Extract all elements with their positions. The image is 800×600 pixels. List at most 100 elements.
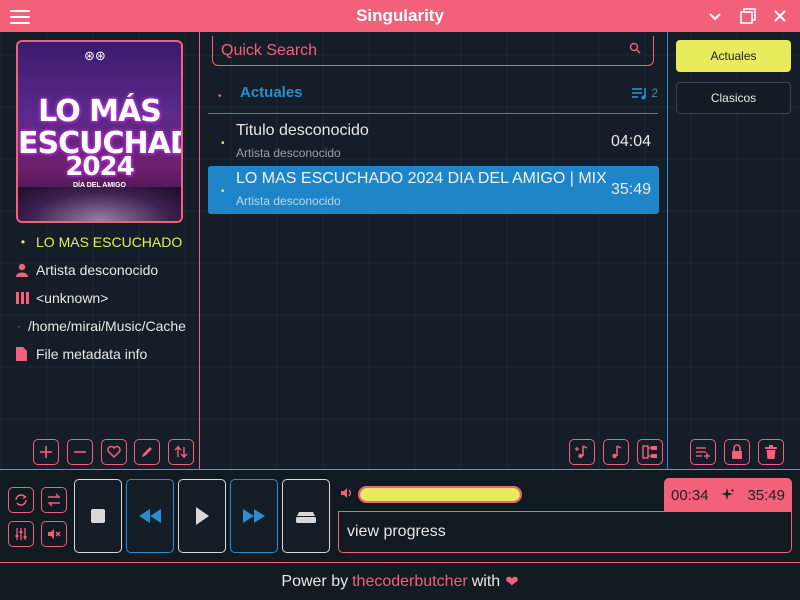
- music-note-icon: [612, 445, 622, 459]
- dot-icon: •: [20, 235, 26, 249]
- volume-mute-icon: [48, 529, 61, 539]
- queue-music-icon: [631, 88, 646, 100]
- repeat-button[interactable]: [8, 487, 34, 513]
- footer: Power by thecoderbutcher with ❤: [0, 563, 800, 600]
- heart-icon: [107, 445, 121, 459]
- playlist-add-icon: [696, 447, 710, 459]
- library-icon: [16, 292, 30, 304]
- restore-icon: [740, 8, 756, 24]
- sparkle-icon: [721, 488, 735, 500]
- file-metadata-link[interactable]: File metadata info: [16, 344, 186, 364]
- current-time: 00:34: [671, 486, 709, 504]
- track-title: Titulo desconocido: [236, 122, 369, 139]
- playlist-count-value: 2: [651, 86, 658, 100]
- stop-icon: [91, 509, 105, 523]
- total-time: 35:49: [747, 486, 785, 504]
- rewind-icon: [139, 509, 161, 523]
- stop-button[interactable]: [74, 479, 122, 553]
- title-bar: Singularity: [0, 0, 800, 32]
- close-icon: [774, 10, 786, 22]
- play-button[interactable]: [178, 479, 226, 553]
- volume-slider[interactable]: [358, 486, 522, 503]
- maximize-button[interactable]: [738, 6, 758, 26]
- search-input[interactable]: [221, 41, 621, 60]
- cover-logo-icon: ⊛⊛: [84, 48, 106, 63]
- author-link[interactable]: thecoderbutcher: [352, 573, 468, 591]
- track-row[interactable]: • Titulo desconocido Artista desconocido…: [208, 118, 659, 166]
- footer-prefix: Power by: [281, 572, 349, 590]
- search-box: [212, 36, 654, 66]
- now-playing-path: · /home/mirai/Music/Cache/: [17, 318, 186, 334]
- play-icon: [196, 507, 209, 525]
- time-display: 00:34 35:49: [664, 478, 792, 512]
- track-duration: 04:04: [610, 133, 651, 150]
- sort-button[interactable]: [168, 439, 194, 465]
- folder-icon: ·: [17, 319, 21, 333]
- footer-suffix: with: [471, 572, 501, 590]
- repeat-icon: [15, 494, 27, 506]
- now-playing-album: <unknown>: [16, 288, 186, 308]
- music-note-button[interactable]: [603, 439, 629, 465]
- shuffle-button[interactable]: [41, 487, 67, 513]
- file-icon: [16, 347, 30, 361]
- equalizer-button[interactable]: [8, 521, 34, 547]
- equalizer-icon: [15, 528, 27, 540]
- plus-icon: [40, 446, 52, 458]
- pencil-icon: [142, 447, 152, 457]
- add-music-button[interactable]: [569, 439, 595, 465]
- remove-button[interactable]: [67, 439, 93, 465]
- track-row-selected[interactable]: • LO MAS ESCUCHADO 2024 DIA DEL AMIGO | …: [208, 166, 659, 214]
- music-add-icon: [575, 445, 588, 459]
- minimize-button[interactable]: [705, 6, 725, 26]
- swap-arrows-icon: [47, 493, 61, 507]
- track-title: LO MAS ESCUCHADO 2024 DIA DEL AMIGO | MI…: [236, 170, 606, 187]
- trash-icon: [765, 445, 777, 459]
- person-icon: [16, 263, 30, 277]
- cover-line3: 2024: [65, 152, 134, 182]
- album-cover: ⊛⊛ LO MÁS ESCUCHADO 2024 DÍA DEL AMIGO: [16, 40, 183, 223]
- track-duration: 35:49: [610, 181, 651, 198]
- cover-line1: LO MÁS: [38, 94, 162, 129]
- dot-icon: •: [218, 91, 222, 102]
- mute-button[interactable]: [41, 521, 67, 547]
- dot-icon: •: [221, 186, 225, 197]
- add-button[interactable]: [33, 439, 59, 465]
- tray-icon: [296, 512, 316, 523]
- now-playing-title: • LO MAS ESCUCHADO 2024 DIA DEL AMIGO | …: [16, 232, 186, 252]
- app-title: Singularity: [356, 6, 444, 25]
- playlist-header: • Actuales 2: [208, 82, 658, 114]
- now-playing-panel: ⊛⊛ LO MÁS ESCUCHADO 2024 DÍA DEL AMIGO •…: [0, 32, 200, 469]
- lock-icon: [732, 444, 742, 459]
- volume-level: [360, 488, 520, 501]
- playlist-name: Actuales: [240, 84, 303, 101]
- search-icon[interactable]: [629, 42, 641, 54]
- now-playing-artist: Artista desconocido: [16, 260, 186, 280]
- dot-icon: •: [221, 138, 225, 149]
- previous-button[interactable]: [126, 479, 174, 553]
- close-button[interactable]: [770, 6, 790, 26]
- player-controls: 00:34 35:49 view progress: [0, 469, 800, 563]
- heart-icon: ❤: [505, 573, 519, 591]
- minus-icon: [74, 451, 86, 453]
- playlist-tab-clasicos[interactable]: Clasicos: [676, 82, 791, 114]
- chevron-down-icon: [709, 13, 721, 21]
- edit-button[interactable]: [134, 439, 160, 465]
- cover-crowd-image: [18, 187, 181, 221]
- fast-forward-icon: [243, 509, 265, 523]
- lock-button[interactable]: [724, 439, 750, 465]
- playlist-count: 2: [631, 86, 658, 100]
- tree-view-button[interactable]: [637, 439, 663, 465]
- playlists-sidebar: Actuales Clasicos: [668, 32, 800, 469]
- delete-button[interactable]: [758, 439, 784, 465]
- hamburger-menu-icon[interactable]: [10, 7, 30, 25]
- eject-button[interactable]: [282, 479, 330, 553]
- progress-view[interactable]: view progress: [338, 511, 792, 553]
- favorite-button[interactable]: [101, 439, 127, 465]
- track-artist: Artista desconocido: [236, 146, 341, 160]
- playlist-panel: • Actuales 2 • Titulo desconocido Artist…: [200, 32, 668, 469]
- playlist-add-button[interactable]: [690, 439, 716, 465]
- playlist-tab-actuales[interactable]: Actuales: [676, 40, 791, 72]
- next-button[interactable]: [230, 479, 278, 553]
- volume-icon: [340, 487, 354, 499]
- tree-structure-icon: [642, 445, 657, 459]
